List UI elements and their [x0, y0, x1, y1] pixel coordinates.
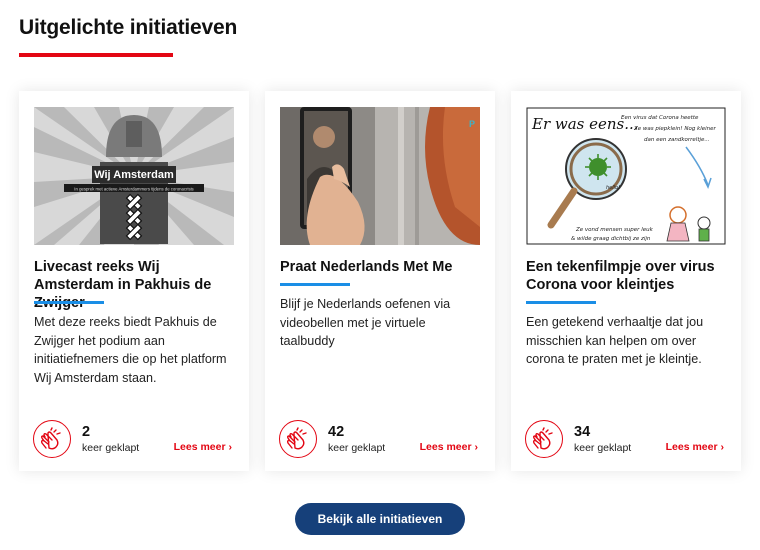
card-image-corona-drawing[interactable]: Er was eens... Een virus dat Corona heet… — [526, 107, 726, 245]
clapping-hands-icon — [532, 427, 553, 450]
clap-button[interactable] — [33, 420, 71, 458]
image-story-line5: & wilde graag dichtbij ze zijn — [571, 236, 651, 242]
initiative-card-praat-nederlands[interactable]: P Praat Nederlands Met Me Blijf je Neder… — [265, 91, 495, 471]
card-title-bar — [280, 283, 350, 286]
clap-button[interactable] — [525, 420, 563, 458]
clapping-hands-icon — [286, 427, 307, 450]
card-image-videocall[interactable]: P — [280, 107, 480, 245]
card-description: Met deze reeks biedt Pakhuis de Zwijger … — [34, 315, 227, 385]
clap-label: keer geklapt — [82, 442, 140, 454]
svg-text:P: P — [469, 119, 475, 129]
card-title-bar — [526, 301, 596, 304]
initiative-card-tekenfilmpje-corona[interactable]: Er was eens... Een virus dat Corona heet… — [511, 91, 741, 471]
image-story-line3: dan een zandkorreltje... — [644, 137, 710, 143]
image-story-hello: hello! — [606, 185, 620, 191]
image-story-line1: Een virus dat Corona heette — [621, 115, 699, 121]
clap-count: 42 — [328, 424, 345, 440]
image-logo-subtitle: In gesprek met actieve Amsterdammers tij… — [74, 187, 193, 192]
image-story-line4: Ze vond mensen super leuk — [575, 227, 654, 233]
clap-label: keer geklapt — [574, 442, 632, 454]
image-logo-title: Wij Amsterdam — [94, 169, 174, 181]
clapping-hands-icon — [40, 427, 61, 450]
section-title-underline — [19, 53, 173, 57]
read-more-link[interactable]: Lees meer › — [174, 441, 232, 453]
card-description: Een getekend verhaaltje dat jou misschie… — [526, 315, 704, 366]
clap-label: keer geklapt — [328, 442, 386, 454]
card-title-bar — [34, 301, 104, 304]
card-title[interactable]: Praat Nederlands Met Me — [280, 258, 485, 276]
card-image-wij-amsterdam[interactable]: Wij Amsterdam In gesprek met actieve Ams… — [34, 107, 234, 245]
initiative-card-wij-amsterdam[interactable]: Wij Amsterdam In gesprek met actieve Ams… — [19, 91, 249, 471]
card-title[interactable]: Een tekenfilmpje over virus Corona voor … — [526, 258, 731, 294]
clap-count: 34 — [574, 424, 591, 440]
clap-count: 2 — [82, 424, 91, 440]
read-more-link[interactable]: Lees meer › — [420, 441, 478, 453]
read-more-link[interactable]: Lees meer › — [666, 441, 724, 453]
view-all-initiatives-button[interactable]: Bekijk alle initiatieven — [295, 503, 465, 535]
clap-button[interactable] — [279, 420, 317, 458]
image-story-line2: Ze was piepklein! Nog kleiner — [633, 126, 717, 132]
section-title: Uitgelichte initiatieven — [19, 16, 238, 39]
card-description: Blijf je Nederlands oefenen via videobel… — [280, 297, 451, 348]
